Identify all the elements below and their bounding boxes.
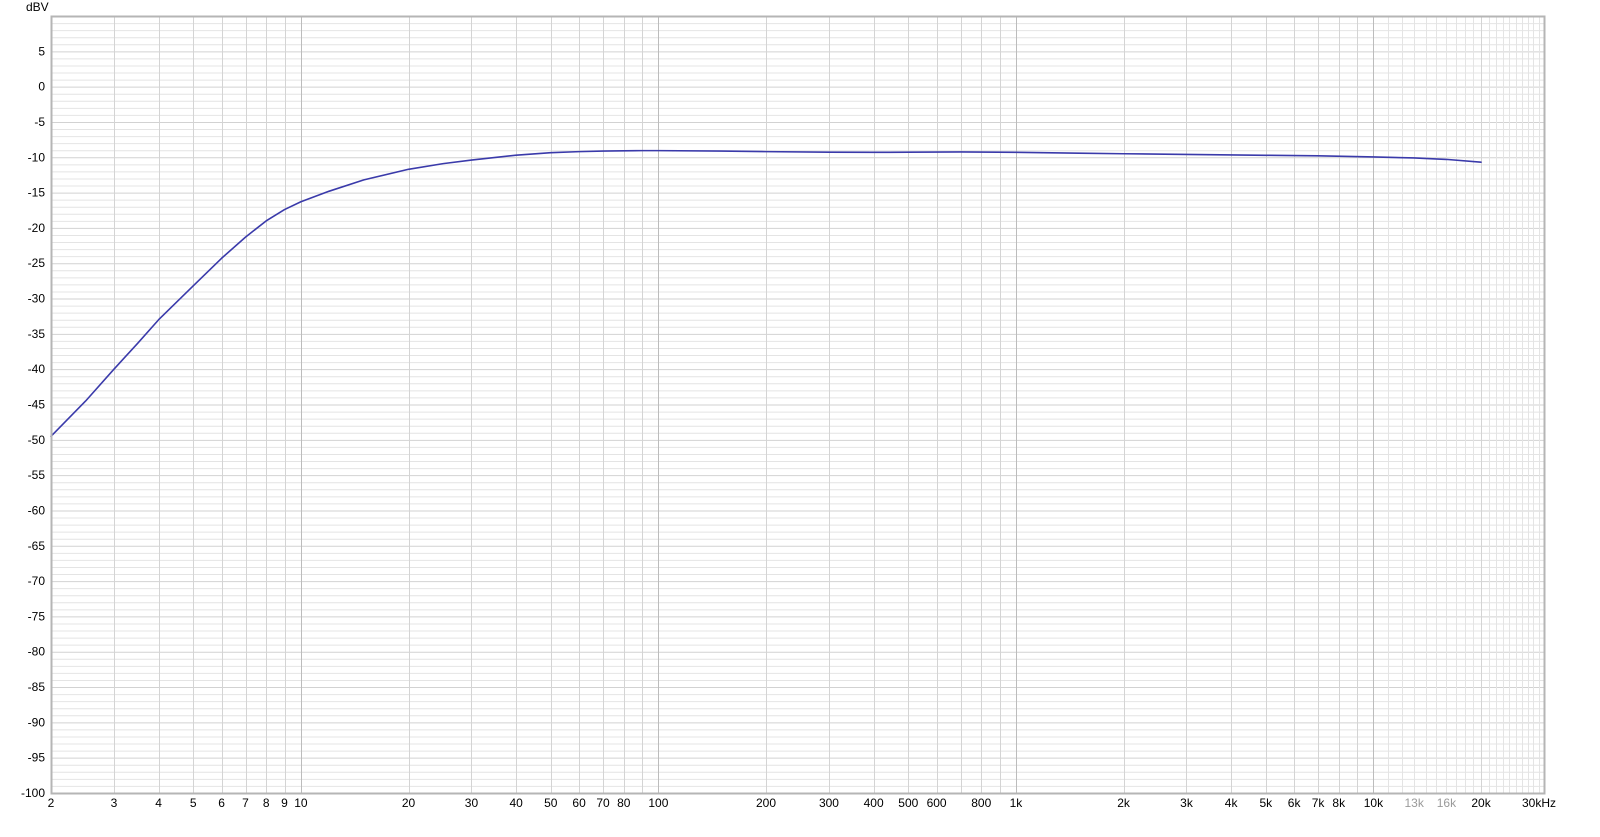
x-tick-label: 40	[509, 796, 523, 810]
x-tick-label: 8	[263, 796, 270, 810]
y-tick-label: -35	[28, 327, 46, 341]
x-tick-label: 7k	[1312, 796, 1326, 810]
y-tick-label: 5	[38, 44, 45, 58]
x-tick-label: 4k	[1225, 796, 1239, 810]
y-tick-label: -60	[28, 503, 46, 517]
y-tick-label: -30	[28, 292, 46, 306]
y-tick-label: -75	[28, 609, 46, 623]
y-tick-label: -50	[28, 433, 46, 447]
y-tick-label: -90	[28, 715, 46, 729]
x-tick-label: 30kHz	[1522, 796, 1556, 810]
x-tick-label: 20k	[1471, 796, 1491, 810]
y-tick-label: -65	[28, 539, 46, 553]
x-tick-label: 300	[819, 796, 839, 810]
y-tick-label: -70	[28, 574, 46, 588]
x-tick-label: 1k	[1010, 796, 1024, 810]
x-tick-label: 50	[544, 796, 558, 810]
x-tick-label: 16k	[1437, 796, 1457, 810]
x-tick-label: 20	[402, 796, 416, 810]
y-tick-label: -25	[28, 256, 46, 270]
x-tick-label: 2k	[1117, 796, 1131, 810]
x-tick-label: 5	[190, 796, 197, 810]
y-tick-label: -80	[28, 645, 46, 659]
y-tick-label: -45	[28, 398, 46, 412]
x-tick-label: 4	[155, 796, 162, 810]
x-tick-label: 800	[971, 796, 991, 810]
y-tick-label: -100	[21, 786, 45, 800]
x-tick-label: 7	[242, 796, 249, 810]
x-tick-label: 80	[617, 796, 631, 810]
x-tick-label: 2	[48, 796, 55, 810]
x-tick-label: 6k	[1288, 796, 1302, 810]
grid-layer	[51, 16, 1545, 794]
y-tick-label: -15	[28, 186, 46, 200]
x-tick-label: 10k	[1364, 796, 1384, 810]
x-tick-label: 6	[218, 796, 225, 810]
x-tick-label: 3k	[1180, 796, 1194, 810]
x-tick-label: 100	[648, 796, 668, 810]
x-tick-label: 30	[465, 796, 479, 810]
x-tick-label: 3	[111, 796, 118, 810]
y-tick-label: -95	[28, 751, 46, 765]
y-tick-label: 0	[38, 80, 45, 94]
y-tick-label: -20	[28, 221, 46, 235]
x-tick-label: 8k	[1332, 796, 1346, 810]
y-tick-label: -5	[34, 115, 45, 129]
y-tick-label: -40	[28, 362, 46, 376]
x-tick-label: 70	[596, 796, 610, 810]
x-tick-label: 400	[864, 796, 884, 810]
x-tick-label: 10	[294, 796, 308, 810]
x-tick-label: 600	[927, 796, 947, 810]
x-tick-label: 9	[281, 796, 288, 810]
y-tick-label: -55	[28, 468, 46, 482]
frequency-response-chart: dBV 5 0 -5 -10 -15 -20 -25 -30 -35 -40 -45 -50 -55 -6…	[0, 0, 1600, 832]
x-tick-label: 5k	[1259, 796, 1273, 810]
x-tick-label: 13k	[1404, 796, 1424, 810]
y-tick-label: -85	[28, 680, 46, 694]
x-tick-label: 500	[898, 796, 918, 810]
y-axis-unit-label: dBV	[26, 0, 49, 14]
y-tick-label: -10	[28, 150, 46, 164]
x-tick-label: 60	[572, 796, 586, 810]
chart-svg: dBV 50-5-10-15-20-25-30-35-40-45-50-55-6…	[21, 0, 1556, 810]
x-tick-label: 200	[756, 796, 776, 810]
